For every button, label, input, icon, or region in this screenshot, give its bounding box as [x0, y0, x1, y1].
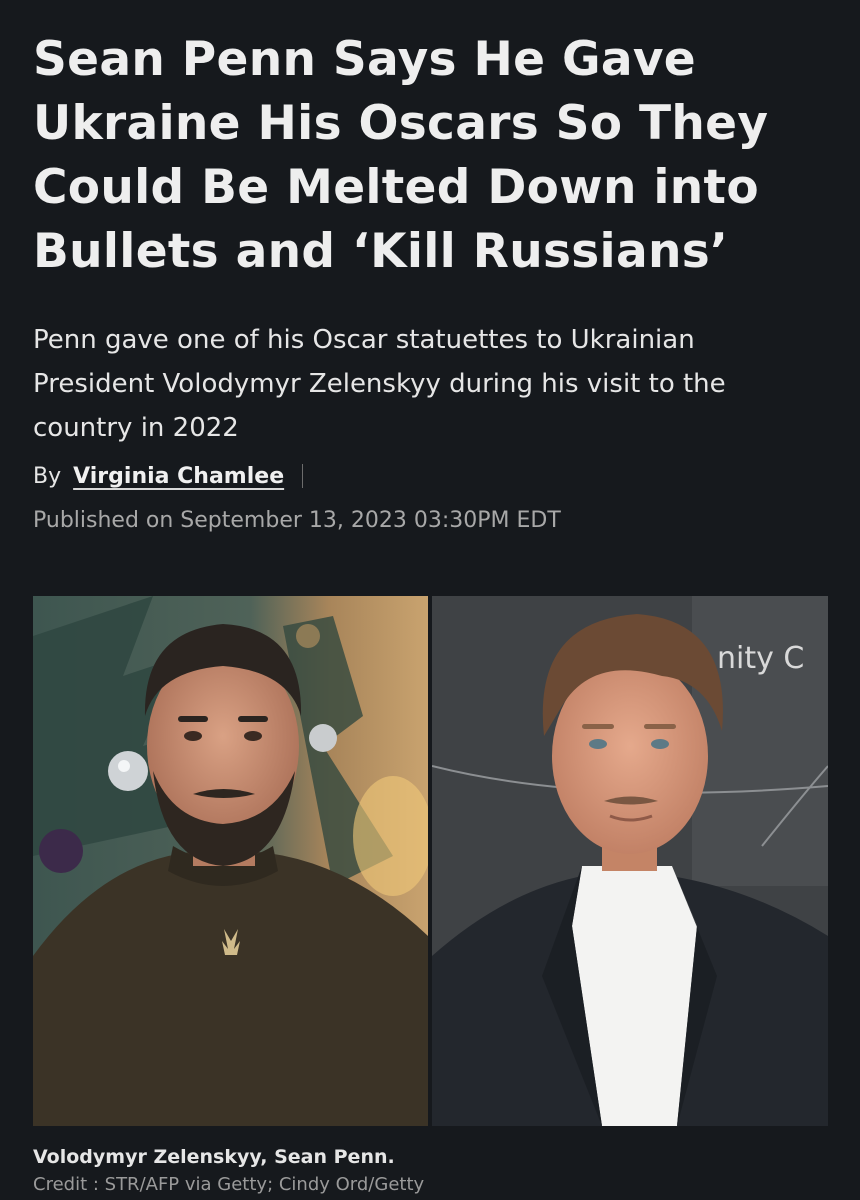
article-dek: Penn gave one of his Oscar statuettes to…	[33, 325, 726, 443]
article: Sean Penn Says He Gave Ukraine His Oscar…	[0, 0, 860, 1200]
author-link[interactable]: Virginia Chamlee	[73, 464, 284, 489]
image-caption: Volodymyr Zelenskyy, Sean Penn.	[33, 1146, 395, 1168]
byline-prefix: By	[33, 463, 62, 489]
image-credit: Credit : STR/AFP via Getty; Cindy Ord/Ge…	[33, 1174, 425, 1195]
zelenskyy-photo	[33, 596, 428, 1126]
article-headline: Sean Penn Says He Gave Ukraine His Oscar…	[33, 32, 769, 279]
published-date: Published on September 13, 2023 03:30PM …	[33, 508, 561, 533]
backdrop-text: nity C	[717, 641, 804, 676]
byline-divider	[302, 464, 304, 488]
byline: By Virginia Chamlee	[33, 458, 304, 494]
penn-photo: nity C	[432, 596, 828, 1126]
